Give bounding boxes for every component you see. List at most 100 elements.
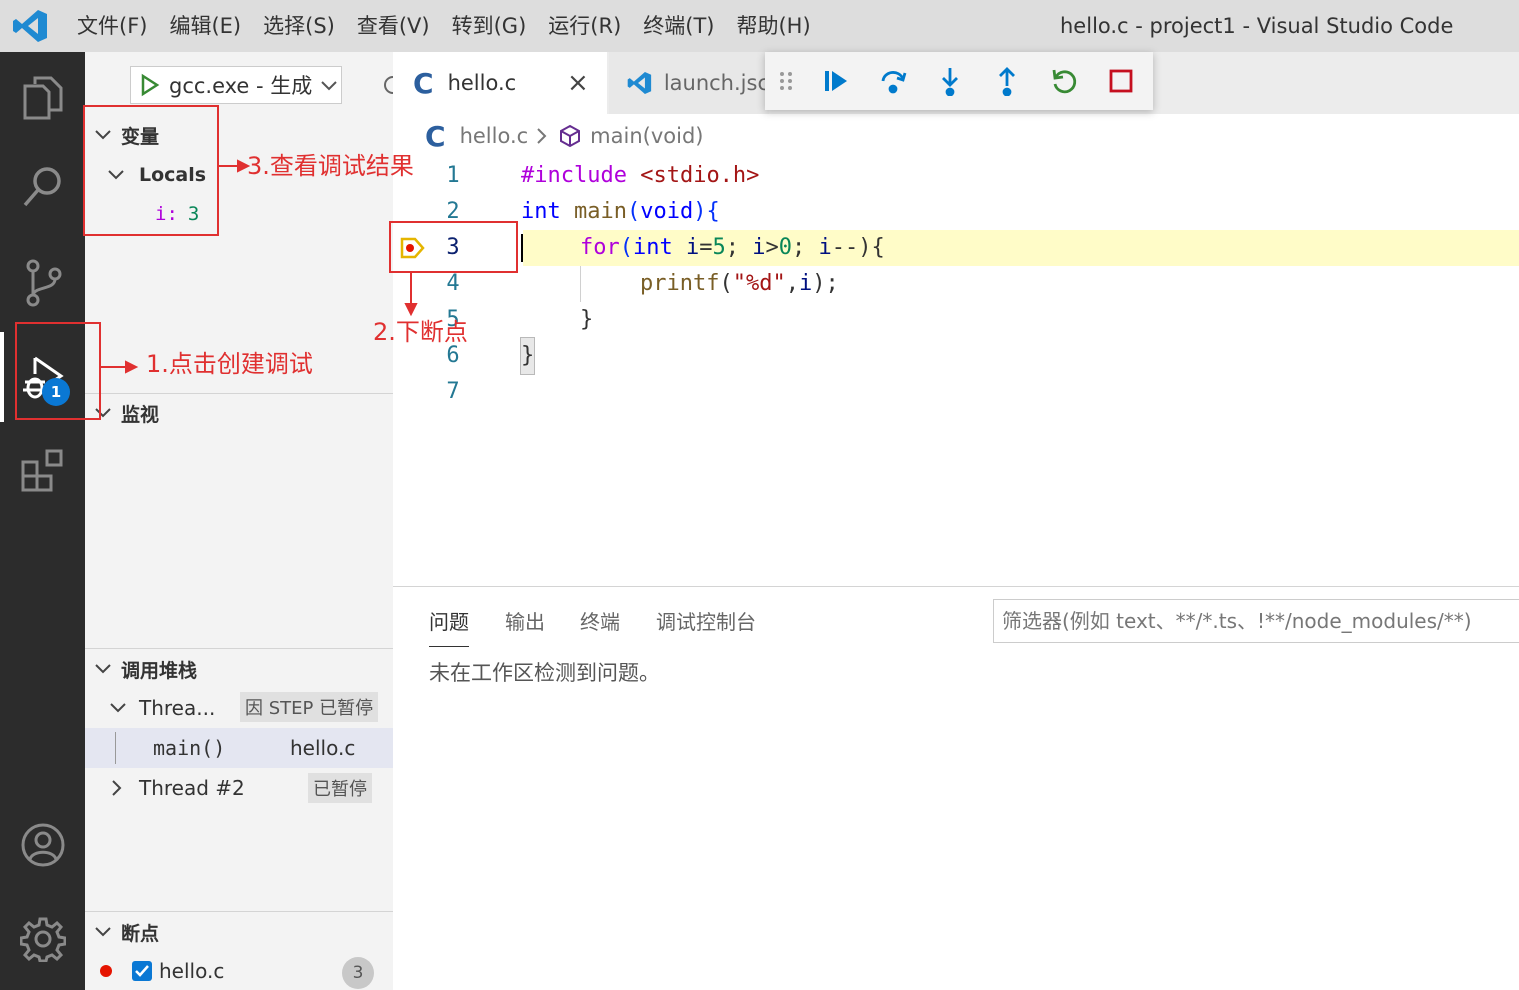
breadcrumb-symbol[interactable]: main(void) [590,124,703,148]
stop-icon [1109,69,1132,93]
watch-title: 监视 [121,403,160,426]
thread-status-badge: 因 STEP 已暂停 [240,692,379,722]
code-line: 5 } [393,302,1519,338]
section-divider [85,393,393,394]
continue-button[interactable] [807,52,864,110]
frame-function: main() [153,736,226,760]
chevron-right-icon [537,128,547,144]
menu-view[interactable]: 查看(V) [346,0,441,52]
code-token: ( [626,199,641,224]
code-line: 4 printf("%d",i); [393,266,1519,302]
code-token: = [699,235,713,260]
tab-problems[interactable]: 问题 [429,607,469,647]
code-editor[interactable]: 1 #include <stdio.h> 2 int main(void){ 3… [393,158,1519,586]
watch-header[interactable]: 监视 [85,395,393,431]
search-button[interactable] [0,142,85,232]
title-bar: 文件(F) 编辑(E) 选择(S) 查看(V) 转到(G) 运行(R) 终端(T… [0,0,1519,52]
chevron-down-icon [95,664,111,674]
call-stack-title: 调用堆栈 [121,659,198,682]
code-token: "%d" [732,271,786,296]
problems-filter-input[interactable]: 筛选器(例如 text、**/*.ts、!**/node_modules/**) [993,599,1519,643]
menu-go[interactable]: 转到(G) [441,0,538,52]
tree-indent-guide [115,732,116,764]
annotation-box-variables [83,105,219,236]
annotation-box-debug [15,322,101,420]
breadcrumb: C hello.c main(void) [393,114,1519,158]
code-token: } [580,307,594,332]
c-file-icon: C [425,119,446,153]
annotation-step3: 3.查看调试结果 [247,152,414,180]
continue-icon [824,71,847,91]
menu-edit[interactable]: 编辑(E) [158,0,252,52]
code-token: ){ [693,199,720,224]
step-into-button[interactable] [921,52,978,110]
menu-help[interactable]: 帮助(H) [725,0,821,52]
menu-bar: 文件(F) 编辑(E) 选择(S) 查看(V) 转到(G) 运行(R) 终端(T… [66,0,822,52]
extensions-icon [21,449,62,492]
text-cursor [521,234,523,262]
search-icon [23,167,61,207]
tab-hello-c[interactable]: C hello.c × [393,52,607,114]
code-token: --){ [831,235,885,260]
tab-label: launch.jsc [663,71,769,95]
run-config-dropdown[interactable]: gcc.exe - 生成 [130,66,342,104]
code-token: ( [619,235,633,260]
close-icon[interactable]: × [567,68,589,98]
accounts-button[interactable] [0,800,85,890]
method-cube-icon [560,124,581,148]
section-divider [85,911,393,912]
explorer-button[interactable] [0,52,85,142]
code-token: } [519,337,536,375]
thread-name: Threa... [139,696,216,720]
chevron-down-icon [95,927,111,937]
code-token: #include [521,163,627,188]
tab-output[interactable]: 输出 [505,607,545,647]
run-config-label: gcc.exe - 生成 [169,74,313,98]
code-line: 7 [393,374,1519,410]
extensions-button[interactable] [0,426,85,516]
step-over-button[interactable] [864,52,921,110]
annotation-step2: 2.下断点 [373,318,468,346]
source-control-button[interactable] [0,238,85,328]
checkbox-checked-icon[interactable] [131,960,153,982]
step-out-button[interactable] [978,52,1035,110]
breakpoint-line-badge: 3 [342,957,374,989]
menu-run[interactable]: 运行(R) [537,0,632,52]
activity-bar: 1 [0,52,85,990]
indent-guide [580,266,581,302]
chevron-down-icon [110,703,126,713]
manage-button[interactable] [0,894,85,984]
settings-gear-icon[interactable] [379,71,393,99]
gear-icon [19,917,66,962]
code-token: <stdio.h> [626,163,760,188]
tab-debug-console[interactable]: 调试控制台 [656,607,756,647]
breadcrumb-file[interactable]: hello.c [460,124,529,148]
account-icon [21,823,64,867]
code-token: > [765,235,779,260]
stack-frame-row[interactable]: main() hello.c [85,728,393,768]
breakpoints-title: 断点 [121,922,160,945]
code-line-current: 3 for(int i=5; i>0; i--){ [393,230,1519,266]
breakpoint-dot-icon [100,965,112,977]
section-divider [85,648,393,649]
tab-terminal[interactable]: 终端 [580,607,620,647]
menu-terminal[interactable]: 终端(T) [632,0,725,52]
menu-selection[interactable]: 选择(S) [252,0,346,52]
code-line: 1 #include <stdio.h> [393,158,1519,194]
call-stack-header[interactable]: 调用堆栈 [85,651,393,687]
tab-launch-json[interactable]: launch.jsc [609,52,769,114]
stop-button[interactable] [1092,52,1149,110]
line-number: 7 [446,379,460,404]
code-token: ; [725,235,753,260]
debug-toolbar [765,52,1153,110]
step-over-icon [881,71,906,94]
problems-message: 未在工作区检测到问题。 [429,661,660,685]
menu-file[interactable]: 文件(F) [66,0,158,52]
drag-handle[interactable] [765,52,807,110]
chevron-down-icon [321,81,337,91]
restart-button[interactable] [1035,52,1092,110]
breakpoints-header[interactable]: 断点 [85,914,393,950]
code-token: , [785,271,799,296]
chevron-right-icon [112,780,122,796]
vscode-logo-icon [13,10,47,42]
